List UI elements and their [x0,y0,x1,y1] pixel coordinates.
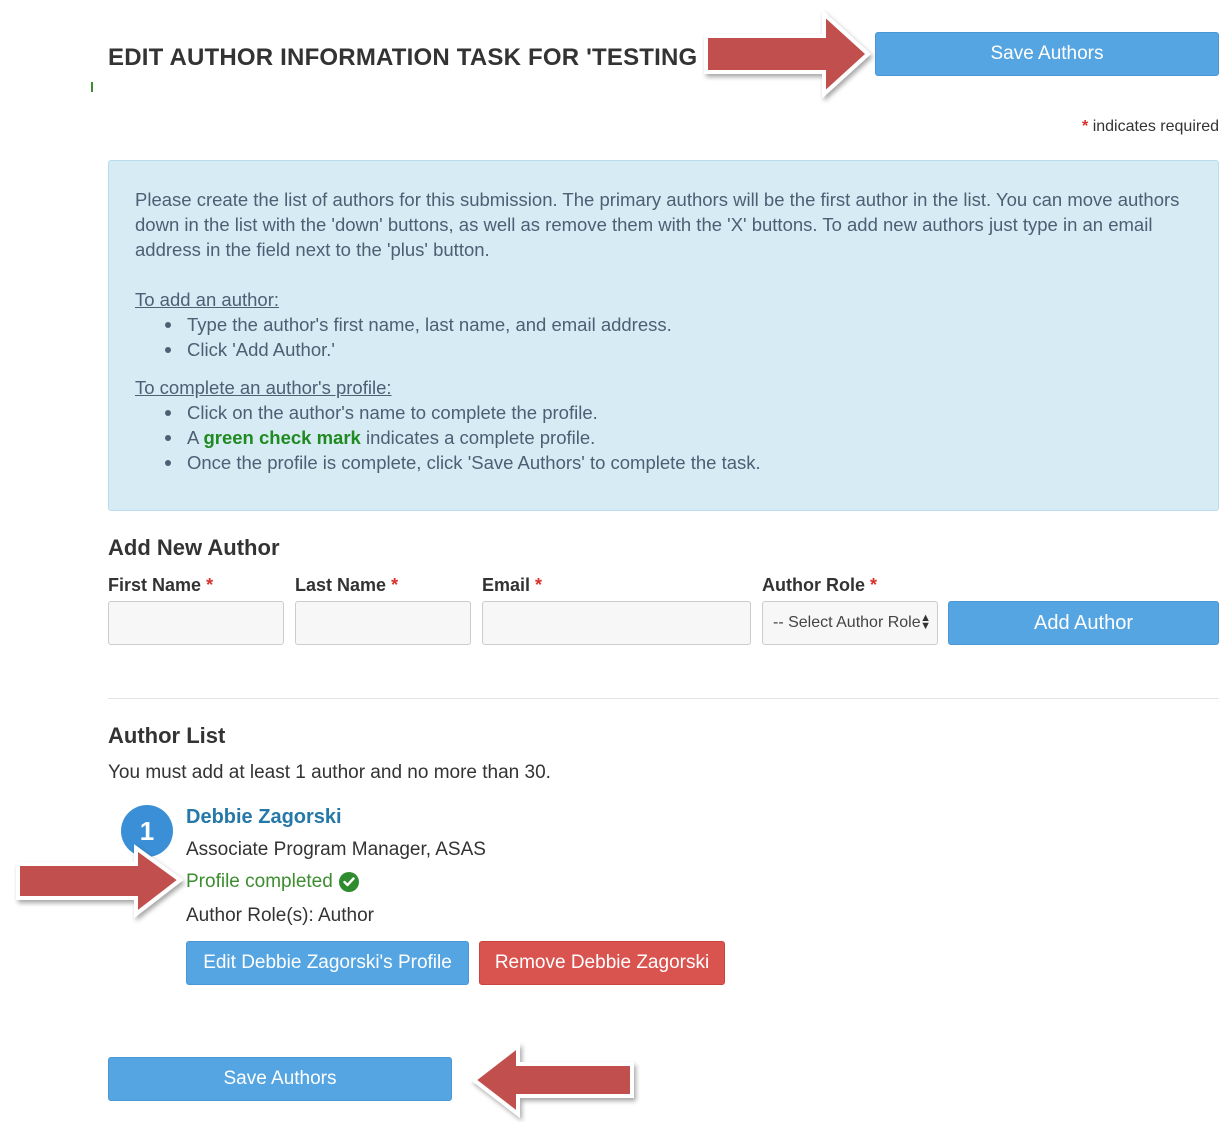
last-name-input[interactable] [295,601,471,645]
email-label: Email * [482,575,542,596]
green-check-mark-emphasis: green check mark [203,427,361,448]
save-authors-button-top[interactable]: Save Authors [875,32,1219,76]
required-legend-text: indicates required [1092,118,1219,135]
add-step-item: Type the author's first name, last name,… [135,312,1192,337]
profile-status-text: Profile completed [186,871,333,892]
decorative-mark [91,82,93,92]
complete-step-suffix: indicates a complete profile. [365,427,596,448]
required-star: * [206,575,214,595]
first-name-label-text: First Name [108,575,202,595]
check-circle-icon [338,872,359,892]
complete-step-item: Once the profile is complete, click 'Sav… [135,450,1192,475]
complete-profile-steps: Click on the author's name to complete t… [135,400,1192,475]
annotation-arrow-right-icon [704,9,871,99]
complete-profile-instructions-heading: To complete an author's profile: [135,377,392,398]
add-author-instructions-heading: To add an author: [135,289,279,310]
remove-author-button[interactable]: Remove Debbie Zagorski [479,941,725,985]
required-legend: * indicates required [1082,118,1219,136]
email-label-text: Email [482,575,531,595]
annotation-arrow-left-icon [470,1041,634,1119]
select-updown-icon: ▲ ▼ [920,612,931,632]
required-star: * [391,575,399,595]
last-name-label: Last Name * [295,575,398,596]
instructions-panel: Please create the list of authors for th… [108,160,1219,511]
author-role-select[interactable]: -- Select Author Role -- ▲ ▼ [762,601,938,645]
instructions-intro: Please create the list of authors for th… [135,189,1180,260]
complete-step-item: Click on the author's name to complete t… [135,400,1192,425]
author-list-heading: Author List [108,723,226,748]
author-title: Associate Program Manager, ASAS [186,839,486,860]
edit-author-profile-button[interactable]: Edit Debbie Zagorski's Profile [186,941,469,985]
required-star: * [870,575,878,595]
last-name-label-text: Last Name [295,575,387,595]
author-roles: Author Role(s): Author [186,905,374,926]
required-star: * [535,575,543,595]
section-divider [108,698,1219,699]
author-role-selected-value: -- Select Author Role -- [773,614,921,631]
add-new-author-heading: Add New Author [108,535,280,560]
author-profile-status: Profile completed [186,871,359,893]
add-author-button[interactable]: Add Author [948,601,1219,645]
add-step-item: Click 'Add Author.' [135,337,1192,362]
save-authors-button-bottom[interactable]: Save Authors [108,1057,452,1101]
add-author-steps: Type the author's first name, last name,… [135,312,1192,362]
email-input[interactable] [482,601,751,645]
annotation-arrow-right-icon [16,844,184,919]
first-name-label: First Name * [108,575,213,596]
author-name-link[interactable]: Debbie Zagorski [186,806,342,829]
complete-step-prefix: A [187,427,199,448]
author-list-note: You must add at least 1 author and no mo… [108,762,551,783]
author-role-label: Author Role * [762,575,877,596]
complete-step-item: A green check mark indicates a complete … [135,425,1192,450]
required-star: * [1082,118,1089,135]
author-role-label-text: Author Role [762,575,865,595]
first-name-input[interactable] [108,601,284,645]
